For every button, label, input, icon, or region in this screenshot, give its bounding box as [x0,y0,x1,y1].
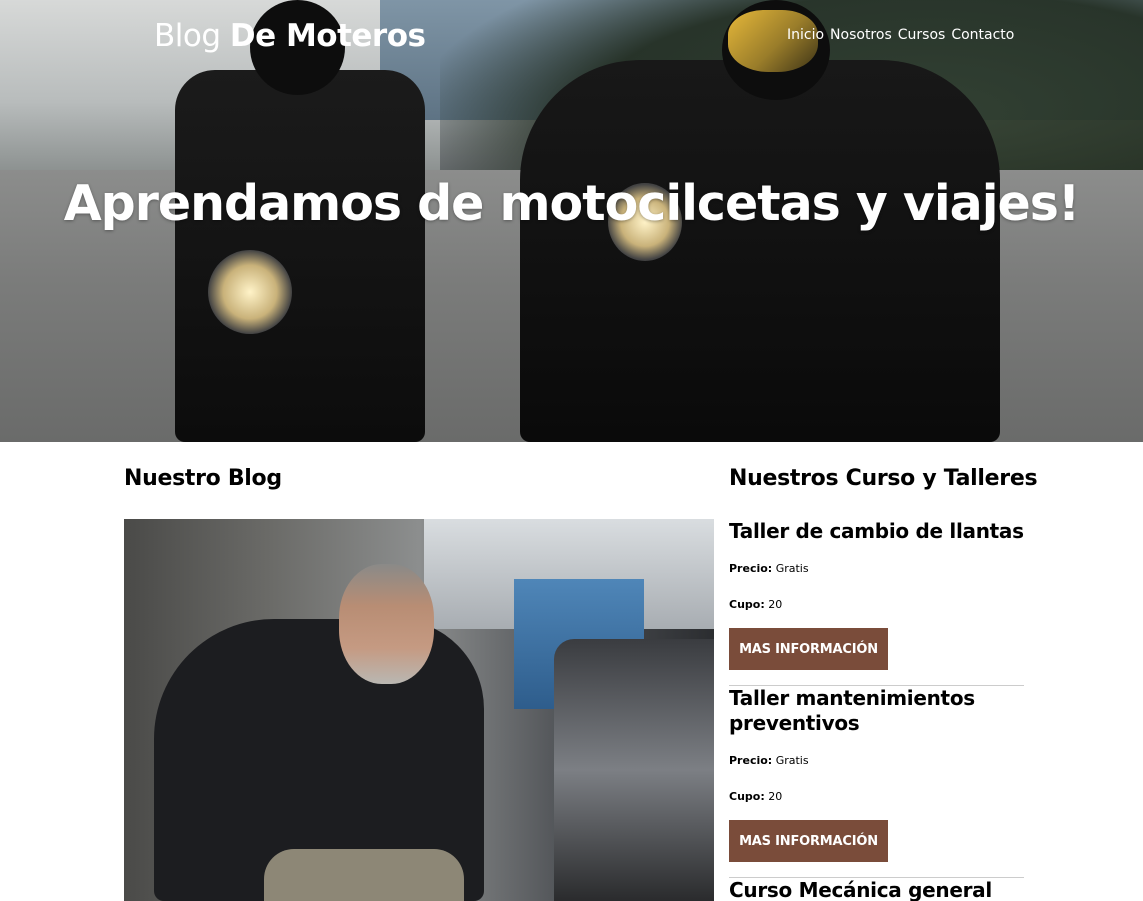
blog-heading: Nuestro Blog [124,466,282,491]
course-quota: Cupo: 20 [729,598,782,611]
course-price-value: Gratis [775,562,809,575]
course-quota-value: 20 [768,790,783,803]
course-item: Taller de cambio de llantas Precio: Grat… [729,519,1024,679]
hero-left-headlight [208,250,292,334]
more-info-button[interactable]: MAS INFORMACIÓN [729,820,888,862]
hero-right-motorcycle [520,60,1000,442]
nav-link-contacto[interactable]: Contacto [951,27,1014,43]
course-quota-label: Cupo: [729,598,765,611]
nav-link-nosotros[interactable]: Nosotros [830,27,892,43]
course-price-label: Precio: [729,754,773,767]
course-title: Taller de cambio de llantas [729,519,1024,543]
brand-text-bold: De Moteros [229,18,426,54]
hero-section: Blog De Moteros Inicio Nosotros Cursos C… [0,0,1143,442]
course-item: Taller mantenimientos preventivos Precio… [729,686,1024,876]
hero-title: Aprendamos de motocilcetas y viajes! [63,175,1081,232]
course-quota-value: 20 [768,598,783,611]
nav-link-cursos[interactable]: Cursos [898,27,946,43]
blog-image-motorcycle-engine [554,639,714,901]
brand-text-light: Blog [154,18,230,54]
course-quota: Cupo: 20 [729,790,782,803]
more-info-button[interactable]: MAS INFORMACIÓN [729,628,888,670]
brand-logo-link[interactable]: Blog De Moteros [154,18,426,54]
nav-link-inicio[interactable]: Inicio [787,27,824,43]
hero-left-motorcycle [175,70,425,442]
course-price: Precio: Gratis [729,562,809,575]
blog-post-image[interactable] [124,519,714,901]
blog-image-mechanic-pants [264,849,464,901]
course-title: Curso Mecánica general [729,878,992,901]
course-price-label: Precio: [729,562,773,575]
course-price-value: Gratis [775,754,809,767]
main-nav: Inicio Nosotros Cursos Contacto [787,27,1014,43]
course-item: Curso Mecánica general [729,878,1024,901]
course-price: Precio: Gratis [729,754,809,767]
course-title: Taller mantenimientos preventivos [729,686,975,735]
blog-image-mechanic-head [339,564,434,684]
course-quota-label: Cupo: [729,790,765,803]
courses-heading: Nuestros Curso y Talleres [729,466,1038,491]
